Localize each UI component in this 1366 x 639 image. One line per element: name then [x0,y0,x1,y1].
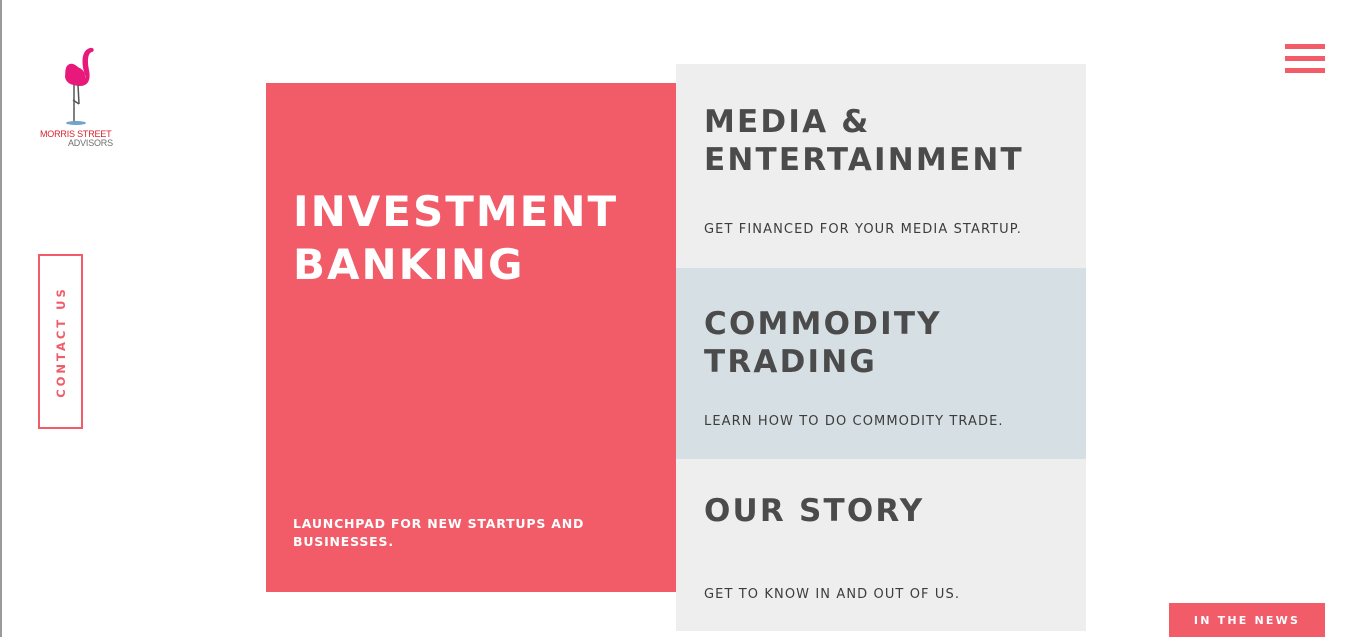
investment-banking-title: INVESTMENT BANKING [293,185,673,291]
investment-title-line2: BANKING [293,240,525,289]
media-entertainment-panel[interactable]: MEDIA & ENTERTAINMENT GET FINANCED FOR Y… [676,64,1086,268]
our-story-title: OUR STORY [704,493,925,529]
brand-logo[interactable]: MORRIS STREET ADVISORS [36,42,120,150]
commodity-title-line1: COMMODITY [704,306,942,342]
flamingo-icon [65,47,94,125]
investment-banking-subtitle: LAUNCHPAD FOR NEW STARTUPS AND BUSINESSE… [293,516,585,549]
hamburger-menu-icon[interactable] [1285,44,1325,77]
media-title-line1: MEDIA & [704,104,871,140]
commodity-trading-panel[interactable]: COMMODITY TRADING LEARN HOW TO DO COMMOD… [676,268,1086,459]
media-entertainment-subtitle: GET FINANCED FOR YOUR MEDIA STARTUP. [704,222,1022,237]
commodity-trading-title: COMMODITY TRADING [704,305,942,381]
commodity-trading-subtitle: LEARN HOW TO DO COMMODITY TRADE. [704,414,1004,429]
left-edge-line [0,0,2,637]
contact-us-button[interactable]: CONTACT US [38,254,83,429]
media-title-line2: ENTERTAINMENT [704,142,1024,178]
in-the-news-button[interactable]: IN THE NEWS [1169,603,1325,637]
our-story-subtitle: GET TO KNOW IN AND OUT OF US. [704,587,961,602]
media-entertainment-title: MEDIA & ENTERTAINMENT [704,103,1024,179]
contact-us-label: CONTACT US [53,285,68,398]
investment-title-line1: INVESTMENT [293,187,619,236]
logo-text-line2: ADVISORS [68,138,113,148]
menu-bar [1285,68,1325,73]
menu-bar [1285,56,1325,61]
our-story-panel[interactable]: OUR STORY GET TO KNOW IN AND OUT OF US. [676,459,1086,631]
investment-banking-card[interactable]: INVESTMENT BANKING LAUNCHPAD FOR NEW STA… [266,83,676,592]
menu-bar [1285,44,1325,49]
commodity-title-line2: TRADING [704,344,878,380]
logo-text: MORRIS STREET ADVISORS [40,130,113,148]
